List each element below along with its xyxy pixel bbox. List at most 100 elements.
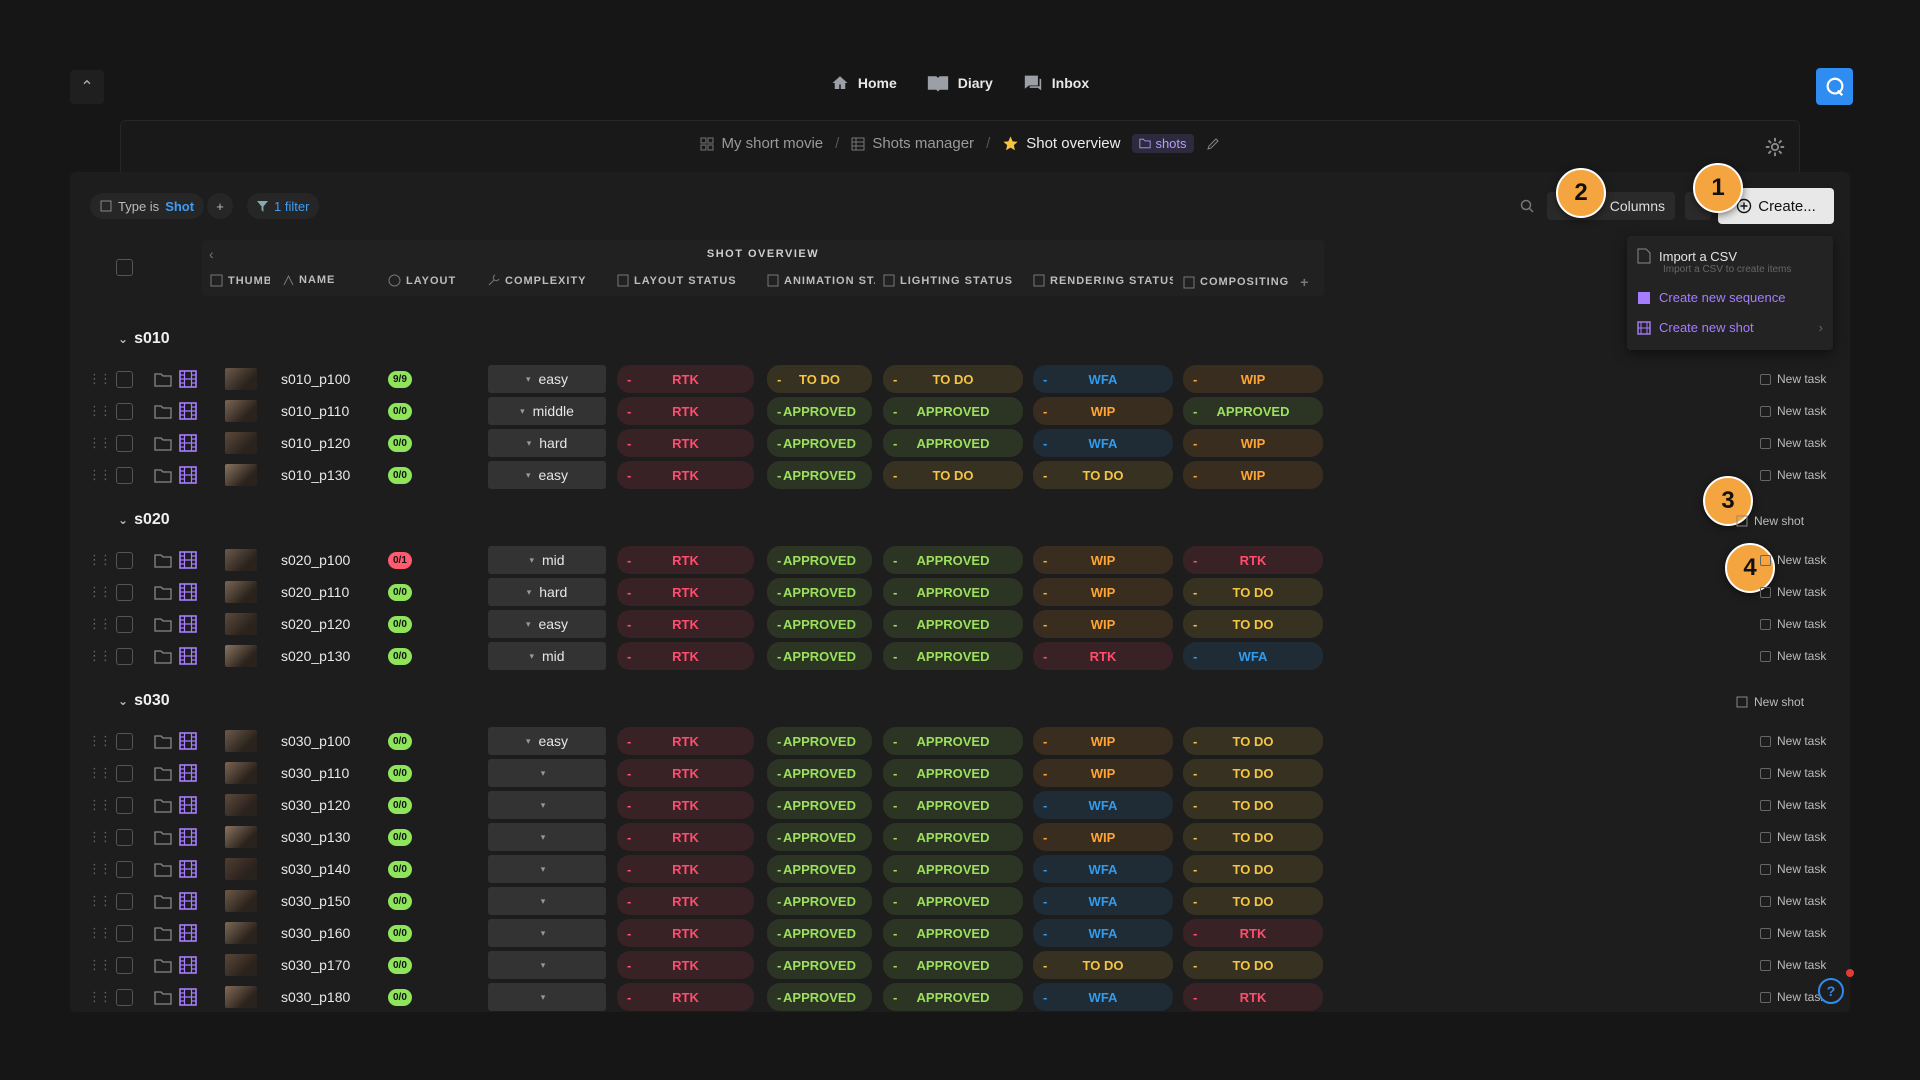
status-pill[interactable]: - APPROVED <box>767 951 872 979</box>
status-pill[interactable]: - RTK <box>617 365 754 393</box>
row-checkbox[interactable] <box>116 892 133 910</box>
drag-handle-icon[interactable]: ⋮⋮ <box>88 823 112 851</box>
shot-name[interactable]: s020_p110 <box>281 578 349 606</box>
folder-icon[interactable] <box>154 894 172 909</box>
row-checkbox[interactable] <box>116 583 133 601</box>
status-pill[interactable]: - TO DO <box>1183 578 1323 606</box>
shot-thumbnail[interactable] <box>225 986 257 1008</box>
film-icon[interactable] <box>179 466 197 484</box>
status-pill[interactable]: - RTK <box>617 759 754 787</box>
row-checkbox[interactable] <box>116 434 133 452</box>
film-icon[interactable] <box>179 402 197 420</box>
folder-icon[interactable] <box>154 798 172 813</box>
film-icon[interactable] <box>179 956 197 974</box>
status-pill[interactable]: - RTK <box>617 983 754 1011</box>
shot-name[interactable]: s030_p160 <box>281 919 350 947</box>
table-row[interactable]: ⋮⋮ s020_p100 0/1 ▾ mid - RTK - APPROVED - APPROVED… <box>86 546 1850 574</box>
shot-name[interactable]: s030_p140 <box>281 855 350 883</box>
status-pill[interactable]: - APPROVED <box>883 610 1023 638</box>
shot-name[interactable]: s010_p110 <box>281 397 349 425</box>
shot-thumbnail[interactable] <box>225 858 257 880</box>
status-pill[interactable]: - APPROVED <box>767 855 872 883</box>
new-task-button[interactable]: New task <box>1760 791 1826 819</box>
film-icon[interactable] <box>179 924 197 942</box>
menu-import-csv[interactable]: Import a CSV <box>1637 248 1737 264</box>
shot-name[interactable]: s030_p110 <box>281 759 349 787</box>
table-row[interactable]: ⋮⋮ s020_p110 0/0 ▾ hard - RTK - APPROVED - APPROVE… <box>86 578 1850 606</box>
row-checkbox[interactable] <box>116 732 133 750</box>
chat-help-button[interactable] <box>1816 68 1853 105</box>
status-pill[interactable]: - RTK <box>617 546 754 574</box>
film-icon[interactable] <box>179 796 197 814</box>
status-pill[interactable]: - TO DO <box>1183 791 1323 819</box>
status-pill[interactable]: - WIP <box>1033 823 1173 851</box>
col-compositing[interactable]: COMPOSITING + <box>1183 274 1323 290</box>
new-shot-button[interactable]: New shot <box>1736 695 1804 709</box>
folder-icon[interactable] <box>154 617 172 632</box>
status-pill[interactable]: - RTK <box>617 642 754 670</box>
film-icon[interactable] <box>179 647 197 665</box>
film-icon[interactable] <box>179 764 197 782</box>
new-task-button[interactable]: New task <box>1760 823 1826 851</box>
drag-handle-icon[interactable]: ⋮⋮ <box>88 919 112 947</box>
film-icon[interactable] <box>179 988 197 1006</box>
status-pill[interactable]: - APPROVED <box>767 610 872 638</box>
status-pill[interactable]: - TO DO <box>1033 461 1173 489</box>
drag-handle-icon[interactable]: ⋮⋮ <box>88 365 112 393</box>
shot-thumbnail[interactable] <box>225 730 257 752</box>
status-pill[interactable]: - APPROVED <box>767 791 872 819</box>
film-icon[interactable] <box>179 828 197 846</box>
shot-thumbnail[interactable] <box>225 826 257 848</box>
status-pill[interactable]: - TO DO <box>1183 951 1323 979</box>
status-pill[interactable]: - WFA <box>1033 983 1173 1011</box>
status-pill[interactable]: - WFA <box>1033 887 1173 915</box>
folder-icon[interactable] <box>154 436 172 451</box>
status-pill[interactable]: - APPROVED <box>883 791 1023 819</box>
drag-handle-icon[interactable]: ⋮⋮ <box>88 461 112 489</box>
new-task-button[interactable]: New task <box>1760 983 1826 1011</box>
status-pill[interactable]: - APPROVED <box>767 578 872 606</box>
status-pill[interactable]: - TO DO <box>883 461 1023 489</box>
shot-name[interactable]: s010_p130 <box>281 461 350 489</box>
sequence-header[interactable]: ⌄ s020 <box>118 511 170 529</box>
status-pill[interactable]: - WIP <box>1183 429 1323 457</box>
status-pill[interactable]: - WFA <box>1033 429 1173 457</box>
drag-handle-icon[interactable]: ⋮⋮ <box>88 855 112 883</box>
folder-icon[interactable] <box>154 990 172 1005</box>
new-task-button[interactable]: New task <box>1760 610 1826 638</box>
status-pill[interactable]: - WIP <box>1033 397 1173 425</box>
folder-icon[interactable] <box>154 649 172 664</box>
status-pill[interactable]: - RTK <box>617 887 754 915</box>
table-row[interactable]: ⋮⋮ s030_p150 0/0 ▾ - RTK - APPROVED - APPROVED - WF… <box>86 887 1850 915</box>
complexity-select[interactable]: ▾ easy <box>488 365 606 393</box>
drag-handle-icon[interactable]: ⋮⋮ <box>88 578 112 606</box>
drag-handle-icon[interactable]: ⋮⋮ <box>88 983 112 1011</box>
status-pill[interactable]: - WFA <box>1033 855 1173 883</box>
status-pill[interactable]: - RTK <box>617 919 754 947</box>
film-icon[interactable] <box>179 434 197 452</box>
status-pill[interactable]: - TO DO <box>1183 887 1323 915</box>
table-row[interactable]: ⋮⋮ s030_p130 0/0 ▾ - RTK - APPROVED - APPROVED - WI… <box>86 823 1850 851</box>
film-icon[interactable] <box>179 551 197 569</box>
status-pill[interactable]: - RTK <box>617 397 754 425</box>
status-pill[interactable]: - APPROVED <box>767 759 872 787</box>
row-checkbox[interactable] <box>116 466 133 484</box>
status-pill[interactable]: - RTK <box>1033 642 1173 670</box>
folder-icon[interactable] <box>154 553 172 568</box>
sequence-header[interactable]: ⌄ s030 <box>118 692 170 710</box>
col-rendering-status[interactable]: RENDERING STATUS <box>1033 274 1173 287</box>
status-pill[interactable]: - APPROVED <box>883 759 1023 787</box>
row-checkbox[interactable] <box>116 860 133 878</box>
nav-home[interactable]: Home <box>831 74 897 92</box>
type-filter-chip[interactable]: Type is Shot <box>90 193 205 219</box>
new-shot-button[interactable]: New shot <box>1736 514 1804 528</box>
complexity-select[interactable]: ▾ mid <box>488 546 606 574</box>
status-pill[interactable]: - RTK <box>617 951 754 979</box>
status-pill[interactable]: - APPROVED <box>767 642 872 670</box>
status-pill[interactable]: - APPROVED <box>883 642 1023 670</box>
complexity-select[interactable]: ▾ <box>488 823 606 851</box>
shot-name[interactable]: s030_p170 <box>281 951 350 979</box>
status-pill[interactable]: - APPROVED <box>883 951 1023 979</box>
folder-icon[interactable] <box>154 862 172 877</box>
status-pill[interactable]: - APPROVED <box>883 919 1023 947</box>
